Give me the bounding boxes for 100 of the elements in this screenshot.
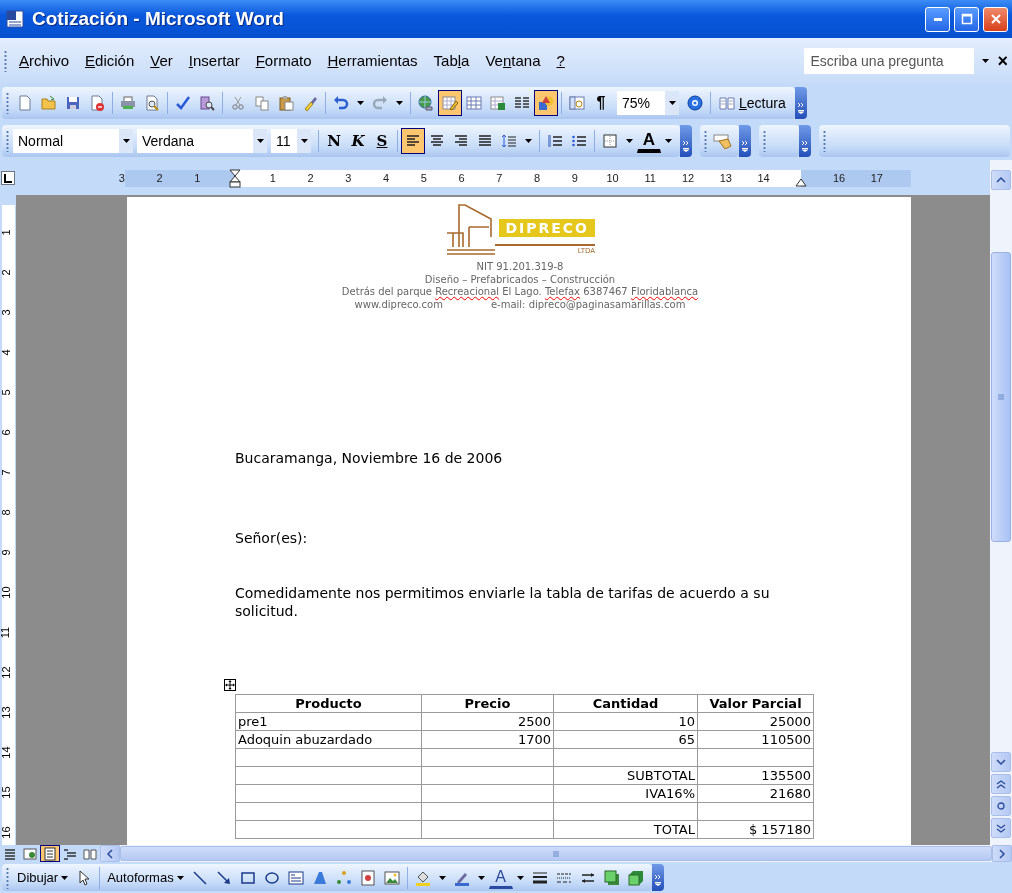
dropdown-arrow-icon — [122, 139, 130, 143]
maximize-icon — [960, 13, 973, 25]
dropdown-arrow-icon — [516, 875, 524, 880]
web-layout-view-button[interactable] — [20, 845, 40, 862]
table-cell: pre1 — [235, 712, 422, 731]
underline-button[interactable]: S — [370, 128, 394, 154]
ruler-number: 8 — [533, 171, 541, 186]
autoshapes-menu-button[interactable]: Autoformas — [103, 865, 188, 890]
cut-icon — [230, 95, 246, 111]
shadow-icon — [603, 869, 620, 886]
format-painter-icon — [302, 95, 318, 111]
tables-and-borders-button[interactable] — [438, 90, 462, 116]
logo-drawing — [445, 203, 495, 257]
ruler-number: 3 — [118, 171, 125, 186]
dropdown-arrow-icon[interactable] — [982, 59, 990, 63]
menu-item[interactable]: Tabla — [425, 47, 478, 75]
maximize-button[interactable] — [954, 6, 979, 32]
print-layout-icon — [43, 846, 57, 861]
numbered-list-icon — [547, 133, 563, 149]
toolbar-options-button[interactable] — [680, 125, 692, 157]
close-document-button[interactable]: × — [997, 47, 1008, 75]
draw-menu-button[interactable]: Dibujar — [13, 865, 73, 890]
address-line: Detrás del parque Recreacional El Lago. Telefax 6387467 Floridablanca — [341, 286, 699, 299]
ruler-number: 5 — [0, 389, 12, 396]
double-up-arrow-icon — [996, 779, 1006, 789]
menu-item[interactable]: Formato — [247, 47, 320, 75]
print-layout-view-button[interactable] — [40, 845, 60, 862]
grip-icon — [996, 392, 1006, 402]
drawing-button[interactable] — [534, 90, 558, 116]
ruler-number: 11 — [644, 171, 656, 186]
scrollbar-thumb[interactable] — [991, 252, 1011, 542]
column-header: Precio — [421, 694, 554, 713]
table-cell: 1700 — [421, 730, 554, 749]
ruler-number: 1 — [269, 171, 276, 186]
font-color-button[interactable]: A — [637, 129, 661, 153]
dropdown-arrow-icon — [438, 875, 446, 880]
paste-icon — [278, 95, 294, 111]
browse-object-button[interactable] — [991, 796, 1011, 816]
table-icon — [466, 95, 482, 111]
circle-icon — [996, 801, 1006, 811]
ruler-number: 10 — [606, 171, 619, 186]
italic-button[interactable]: K — [346, 128, 370, 154]
scroll-left-button[interactable] — [100, 845, 120, 862]
table-cell: 2500 — [421, 712, 554, 731]
table-cell: $ 157180 — [697, 820, 814, 839]
table-cell: SUBTOTAL — [553, 766, 698, 785]
tab-selector-button[interactable] — [1, 170, 15, 185]
menu-item[interactable]: Ver — [142, 47, 181, 75]
table-cell: IVA16% — [553, 784, 698, 803]
column-header: Producto — [235, 694, 422, 713]
dropdown-arrow-icon — [477, 875, 485, 880]
menu-item[interactable]: Insertar — [180, 47, 248, 75]
menu-item[interactable]: Ventana — [477, 47, 549, 75]
ruler-number: 5 — [420, 171, 427, 186]
redo-icon — [372, 95, 388, 111]
window-title: Cotización - Microsoft Word — [32, 6, 285, 31]
toolbar-options-button[interactable] — [799, 125, 811, 157]
reading-layout-button[interactable]: Lectura — [714, 90, 791, 116]
menu-item[interactable]: Archivo — [11, 47, 78, 75]
scroll-right-button[interactable] — [992, 845, 1012, 862]
website-text: www.dipreco.com — [354, 298, 443, 311]
services-line: Diseño – Prefabricados – Construcción — [424, 273, 616, 286]
font-color-button[interactable]: A — [488, 866, 513, 889]
help-search-field[interactable]: Escriba una pregunta — [804, 48, 975, 74]
print-icon — [120, 95, 136, 111]
bold-button[interactable]: N — [322, 128, 346, 154]
align-left-button[interactable] — [401, 128, 425, 154]
web-layout-icon — [23, 846, 37, 861]
indent-marker-icon[interactable] — [229, 169, 241, 188]
scroll-up-button[interactable] — [991, 170, 1011, 190]
zoom-field[interactable]: 75% — [617, 91, 665, 115]
toolbar-options-button[interactable] — [739, 125, 751, 157]
table-cell: 135500 — [697, 766, 814, 785]
table-cell: 10 — [553, 712, 698, 731]
close-button[interactable] — [983, 6, 1008, 32]
app-icon — [6, 10, 24, 28]
show-formatting-marks-button[interactable]: ¶ — [589, 90, 613, 116]
menu-item[interactable]: Herramientas — [319, 47, 426, 75]
menu-item[interactable]: Edición — [77, 47, 143, 75]
drawing-icon — [538, 95, 554, 111]
scrollbar-thumb[interactable] — [120, 846, 992, 861]
ruler-number: 16 — [0, 826, 12, 839]
previous-page-button[interactable] — [991, 774, 1011, 794]
next-page-button[interactable] — [991, 818, 1011, 838]
right-indent-marker-icon[interactable] — [795, 176, 808, 188]
minimize-button[interactable] — [925, 6, 950, 32]
table-cell: 25000 — [697, 712, 814, 731]
scroll-down-button[interactable] — [991, 752, 1011, 772]
ruler-number: 9 — [0, 549, 12, 556]
font-size-field[interactable]: 11 — [271, 129, 297, 153]
dropdown-arrow-icon — [357, 101, 364, 105]
table-move-handle-icon[interactable] — [224, 679, 236, 691]
dropdown-arrow-icon — [668, 101, 676, 105]
ruler-number: 15 — [0, 786, 12, 799]
font-field[interactable]: Verdana — [137, 129, 253, 153]
menu-item[interactable]: ? — [548, 47, 573, 75]
style-field[interactable]: Normal — [13, 129, 119, 153]
column-header: Valor Parcial — [697, 694, 814, 713]
new-document-icon — [17, 95, 33, 111]
ruler-number: 9 — [571, 171, 578, 186]
